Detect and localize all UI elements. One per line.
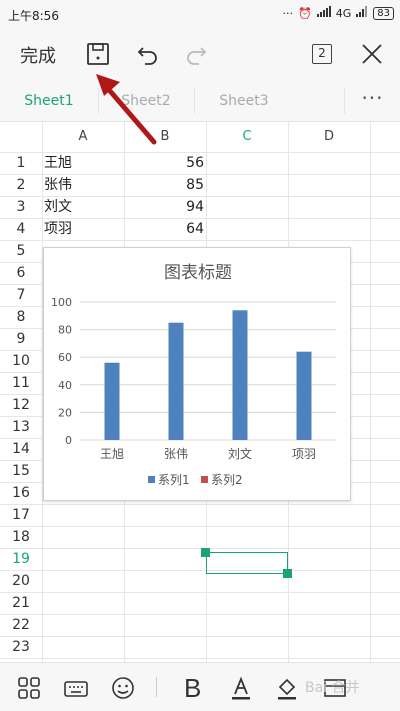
fill-color-icon[interactable] xyxy=(274,675,300,701)
grid-line xyxy=(0,636,400,637)
x-tick-label: 张伟 xyxy=(164,447,188,461)
row-header-15[interactable]: 15 xyxy=(0,460,42,482)
cell-b1[interactable]: 56 xyxy=(124,152,204,174)
grid-line xyxy=(370,122,371,662)
bar-项羽 xyxy=(296,351,312,440)
apps-grid-icon[interactable] xyxy=(16,675,42,701)
bar-刘文 xyxy=(232,310,248,440)
font-color-icon[interactable] xyxy=(228,675,254,701)
dots-icon: ··· xyxy=(282,6,294,20)
grid-line xyxy=(0,592,400,593)
selection-handle-top-left[interactable] xyxy=(201,548,210,557)
signal2-icon xyxy=(356,6,368,20)
row-header-12[interactable]: 12 xyxy=(0,394,42,416)
annotation-arrow-icon xyxy=(96,74,157,145)
chart-canvas: 图表标题 0 20 40 60 80 100 王旭 张伟 刘文 项羽系列1 系列2 xyxy=(51,263,336,487)
sheet-tabs: Sheet1 Sheet2 Sheet3 ··· xyxy=(0,80,400,122)
row-header-10[interactable]: 10 xyxy=(0,350,42,372)
grid-line xyxy=(0,240,400,241)
grid-line xyxy=(0,526,400,527)
row-header-21[interactable]: 21 xyxy=(0,592,42,614)
bar-王旭 xyxy=(104,362,120,440)
grid-line xyxy=(0,548,400,549)
grid-line xyxy=(0,570,400,571)
status-icons: ··· ⏰ 4G 83 xyxy=(283,6,394,20)
row-header-7[interactable]: 7 xyxy=(0,284,42,306)
status-bar: 上午8:56 ··· ⏰ 4G 83 xyxy=(0,0,400,28)
column-header-d[interactable]: D xyxy=(288,122,370,152)
chart-title: 图表标题 xyxy=(164,263,232,283)
column-header-c[interactable]: C xyxy=(206,122,288,152)
toolbar-divider xyxy=(156,677,157,697)
row-header-22[interactable]: 22 xyxy=(0,614,42,636)
bold-button[interactable]: B xyxy=(184,673,201,704)
keyboard-icon[interactable] xyxy=(63,675,89,701)
grid-line xyxy=(0,614,400,615)
row-header-8[interactable]: 8 xyxy=(0,306,42,328)
bar-张伟 xyxy=(168,322,184,440)
row-header-13[interactable]: 13 xyxy=(0,416,42,438)
grid-line xyxy=(0,504,400,505)
cell-a1[interactable]: 王旭 xyxy=(44,152,72,174)
y-tick-label: 40 xyxy=(58,379,72,392)
cell-b3[interactable]: 94 xyxy=(124,196,204,218)
legend-swatch-1 xyxy=(148,476,155,483)
legend-swatch-2 xyxy=(201,476,208,483)
row-header-23[interactable]: 23 xyxy=(0,636,42,658)
grid-line xyxy=(0,658,400,659)
x-tick-label: 项羽 xyxy=(292,447,316,461)
row-header-6[interactable]: 6 xyxy=(0,262,42,284)
cell-b2[interactable]: 85 xyxy=(124,174,204,196)
row-header-14[interactable]: 14 xyxy=(0,438,42,460)
battery-indicator: 83 xyxy=(373,6,394,20)
more-options-button[interactable]: ··· xyxy=(345,80,400,122)
row-header-1[interactable]: 1 xyxy=(0,152,42,174)
sheet-count-button[interactable]: 2 xyxy=(312,44,332,64)
y-tick-label: 60 xyxy=(58,351,72,364)
cell-b4[interactable]: 64 xyxy=(124,218,204,240)
bottom-toolbar: B Bai 合并 xyxy=(0,662,400,711)
tab-sheet3[interactable]: Sheet3 xyxy=(194,80,294,122)
row-header-3[interactable]: 3 xyxy=(0,196,42,218)
x-tick-label: 王旭 xyxy=(100,447,124,461)
top-toolbar: 完成 2 xyxy=(0,28,400,80)
y-tick-label: 20 xyxy=(58,406,72,419)
cell-a4[interactable]: 项羽 xyxy=(44,218,72,240)
network-type: 4G xyxy=(335,6,352,20)
row-header-17[interactable]: 17 xyxy=(0,504,42,526)
cell-a3[interactable]: 刘文 xyxy=(44,196,72,218)
row-header-11[interactable]: 11 xyxy=(0,372,42,394)
cell-selection[interactable] xyxy=(206,552,288,574)
row-header-20[interactable]: 20 xyxy=(0,570,42,592)
row-header-9[interactable]: 9 xyxy=(0,328,42,350)
row-header-4[interactable]: 4 xyxy=(0,218,42,240)
clock: 上午8:56 xyxy=(8,9,59,23)
watermark-text: Bai 合并 xyxy=(305,680,360,696)
cell-a2[interactable]: 张伟 xyxy=(44,174,72,196)
close-icon[interactable] xyxy=(358,40,386,68)
row-header-16[interactable]: 16 xyxy=(0,482,42,504)
emoji-icon[interactable] xyxy=(110,675,136,701)
legend-label-2: 系列2 xyxy=(211,473,243,487)
redo-icon[interactable] xyxy=(182,40,210,68)
y-tick-label: 0 xyxy=(65,434,72,447)
row-header-19[interactable]: 19 xyxy=(0,548,42,570)
bar-chart[interactable]: 图表标题 0 20 40 60 80 100 王旭 张伟 刘文 项羽系列1 系列2 xyxy=(43,247,351,501)
row-header-2[interactable]: 2 xyxy=(0,174,42,196)
spreadsheet-grid[interactable]: A B C D 1 2 3 4 5 6 7 8 9 10 11 12 13 14 15 16 17 18 19 20 2… xyxy=(0,122,400,662)
done-button[interactable]: 完成 xyxy=(20,42,56,68)
row-header-18[interactable]: 18 xyxy=(0,526,42,548)
signal-icon xyxy=(316,6,331,20)
alarm-icon: ⏰ xyxy=(298,6,312,20)
y-tick-label: 100 xyxy=(51,296,72,309)
x-tick-label: 刘文 xyxy=(228,446,252,461)
y-tick-label: 80 xyxy=(58,324,72,337)
row-header-5[interactable]: 5 xyxy=(0,240,42,262)
legend-label-1: 系列1 xyxy=(158,473,190,487)
selection-handle-bottom-right[interactable] xyxy=(283,569,292,578)
